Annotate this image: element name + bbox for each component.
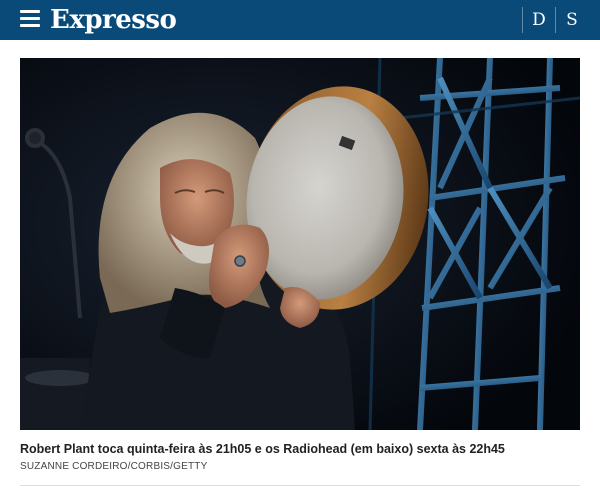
site-header: Expresso D S xyxy=(0,0,600,40)
header-section-links: D S xyxy=(522,7,588,33)
header-link-d[interactable]: D xyxy=(522,7,555,33)
concert-photo-illustration xyxy=(20,58,580,430)
hamburger-menu-icon[interactable] xyxy=(20,10,42,28)
photo-caption: Robert Plant toca quinta-feira às 21h05 … xyxy=(20,442,505,456)
photo-credit: SUZANNE CORDEIRO/CORBIS/GETTY xyxy=(20,461,208,472)
divider xyxy=(20,485,580,486)
header-link-s[interactable]: S xyxy=(555,7,588,33)
site-logo[interactable]: Expresso xyxy=(50,2,177,38)
article-photo[interactable] xyxy=(20,58,580,430)
